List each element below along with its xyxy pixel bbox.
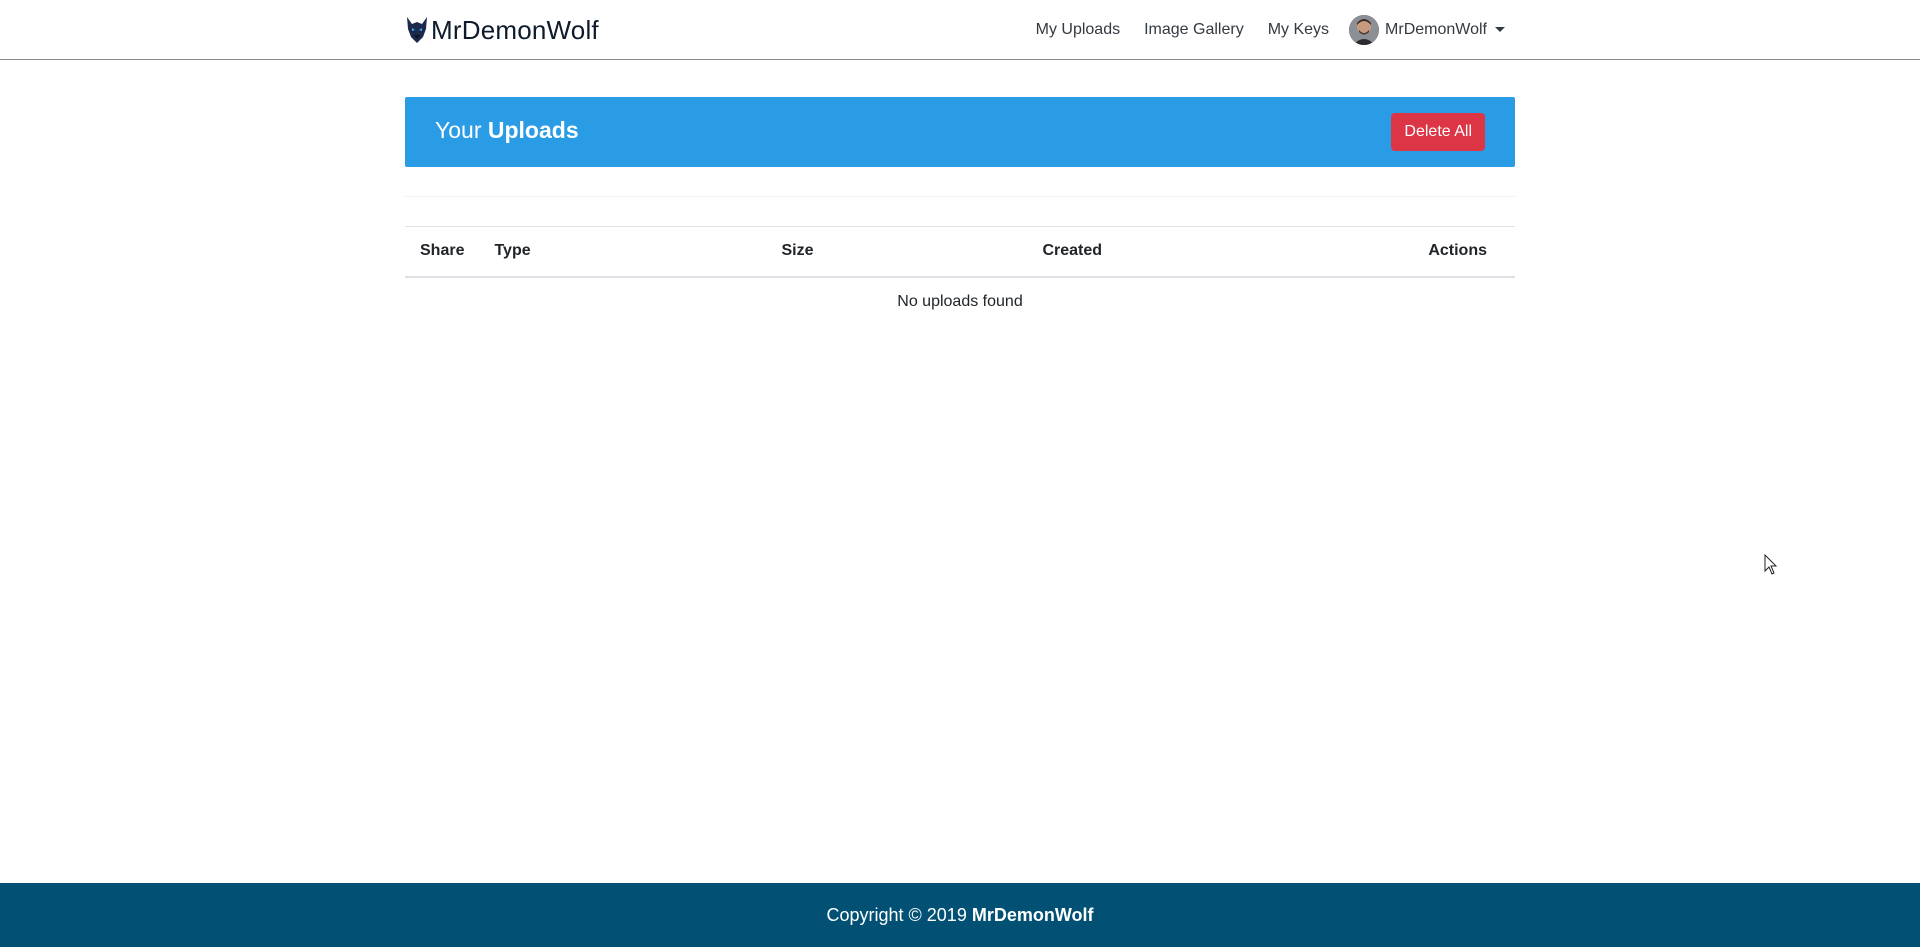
mouse-cursor-icon xyxy=(1764,554,1778,575)
uploads-table-wrapper: Share Type Size Created Actions No uploa… xyxy=(405,226,1515,327)
empty-message: No uploads found xyxy=(897,293,1023,310)
user-name: MrDemonWolf xyxy=(1385,21,1487,38)
brand-link[interactable]: MrDemonWolf xyxy=(405,14,599,46)
nav-link-image-gallery[interactable]: Image Gallery xyxy=(1144,21,1244,39)
nav-link-my-uploads[interactable]: My Uploads xyxy=(1036,21,1120,39)
page-title-bold: Uploads xyxy=(487,117,579,143)
uploads-table: Share Type Size Created Actions No uploa… xyxy=(405,226,1515,327)
user-menu-toggle[interactable]: MrDemonWolf xyxy=(1349,15,1505,45)
table-header-row: Share Type Size Created Actions xyxy=(405,226,1515,278)
nav-links: My Uploads Image Gallery My Keys MrDemon… xyxy=(1012,14,1505,46)
top-navbar: MrDemonWolf My Uploads Image Gallery My … xyxy=(0,0,1920,60)
avatar xyxy=(1349,15,1380,45)
column-header-created: Created xyxy=(1027,226,1328,278)
footer-copyright: Copyright © 2019 xyxy=(826,905,967,925)
footer: Copyright © 2019 MrDemonWolf xyxy=(0,883,1920,947)
wolf-logo-icon xyxy=(405,15,429,45)
divider xyxy=(405,196,1515,197)
table-row: No uploads found xyxy=(405,277,1515,327)
page-title-prefix: Your xyxy=(435,117,482,143)
brand-name: MrDemonWolf xyxy=(431,14,599,45)
caret-down-icon xyxy=(1495,26,1505,32)
footer-owner: MrDemonWolf xyxy=(971,905,1094,925)
column-header-size: Size xyxy=(766,226,1028,278)
uploads-banner: Your Uploads Delete All xyxy=(405,97,1515,167)
column-header-actions: Actions xyxy=(1327,226,1515,278)
page-title: Your Uploads xyxy=(435,117,579,144)
nav-link-my-keys[interactable]: My Keys xyxy=(1268,21,1329,39)
delete-all-button[interactable]: Delete All xyxy=(1391,113,1485,151)
column-header-share: Share xyxy=(405,226,480,278)
column-header-type: Type xyxy=(479,226,767,278)
